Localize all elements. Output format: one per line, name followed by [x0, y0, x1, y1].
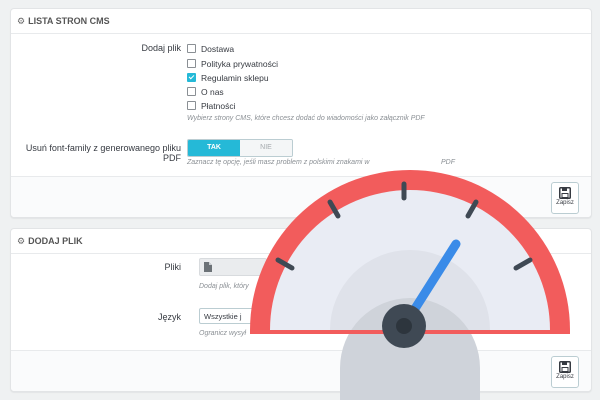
toggle-no[interactable]: NIE: [240, 140, 292, 156]
speedometer-icon: [250, 170, 570, 400]
language-help-text: Ogranicz wysył: [199, 330, 247, 337]
font-family-toggle[interactable]: TAK NIE: [187, 139, 293, 157]
font-family-label: Usuń font-family z generowanego pliku PD…: [25, 143, 181, 163]
checkbox-label: Polityka prywatności: [201, 59, 279, 69]
checkbox-label: Regulamin sklepu: [201, 73, 269, 83]
checkbox-label: Płatności: [201, 101, 236, 111]
checkbox-about-us[interactable]: O nas: [187, 86, 224, 98]
checkbox-dostawa[interactable]: Dostawa: [187, 43, 234, 55]
files-help-text: Dodaj plik, który: [199, 283, 249, 290]
checkbox-box[interactable]: [187, 44, 196, 53]
gear-icon: ⚙: [17, 16, 26, 26]
cms-panel-header: ⚙ LISTA STRON CMS: [11, 9, 591, 34]
files-label: Pliki: [164, 262, 181, 272]
checkbox-help-text: Wybierz strony CMS, które chcesz dodać d…: [187, 115, 425, 122]
checkbox-terms[interactable]: Regulamin sklepu: [187, 72, 269, 84]
checkbox-payments[interactable]: Płatności: [187, 100, 236, 112]
toggle-yes[interactable]: TAK: [188, 140, 240, 156]
checkbox-box-checked[interactable]: [187, 73, 196, 82]
checkbox-privacy-policy[interactable]: Polityka prywatności: [187, 58, 278, 70]
gear-icon: ⚙: [17, 236, 26, 246]
checkbox-box[interactable]: [187, 101, 196, 110]
checkbox-label: O nas: [201, 87, 224, 97]
add-file-label: Dodaj plik: [141, 43, 181, 53]
checkbox-label: Dostawa: [201, 44, 235, 54]
language-label: Język: [157, 312, 181, 322]
cms-panel-title: LISTA STRON CMS: [28, 16, 110, 26]
gauge-hub-center: [396, 318, 412, 334]
checkbox-box[interactable]: [187, 87, 196, 96]
checkbox-box[interactable]: [187, 59, 196, 68]
file-icon: [204, 262, 212, 272]
add-file-panel-title: DODAJ PLIK: [28, 236, 83, 246]
